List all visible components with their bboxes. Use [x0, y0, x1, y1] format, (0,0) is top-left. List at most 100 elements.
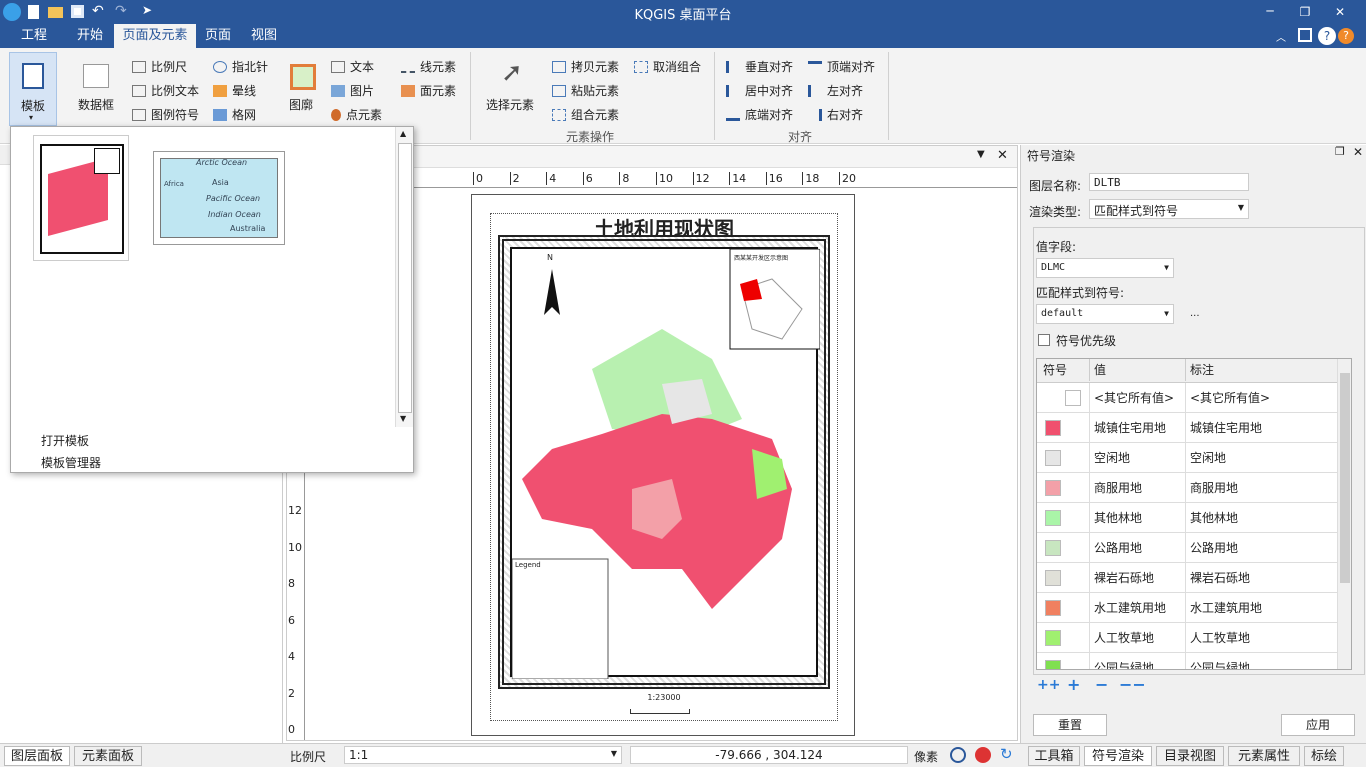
op-add-all[interactable]: ++ — [1037, 677, 1060, 693]
picture-button[interactable]: 图片 — [331, 82, 374, 99]
user-icon[interactable]: ? — [1338, 28, 1354, 44]
template-button[interactable]: 模板 ▾ — [9, 52, 57, 126]
match-select[interactable]: default ▼ — [1036, 304, 1174, 324]
select-element-button[interactable]: ➚ 选择元素 — [483, 58, 539, 120]
line-element-button[interactable]: 线元素 — [401, 58, 456, 75]
tab-catalog-view[interactable]: 目录视图 — [1156, 746, 1224, 766]
symbol-swatch[interactable] — [1045, 660, 1061, 669]
menu-start[interactable]: 开始 — [68, 24, 112, 48]
reset-button[interactable]: 重置 — [1033, 714, 1107, 736]
op-remove[interactable]: − — [1095, 675, 1108, 694]
collapse-ribbon-icon[interactable]: ︿ — [1276, 29, 1286, 44]
symbol-swatch[interactable] — [1045, 540, 1061, 556]
match-ellipsis-button[interactable]: ... — [1190, 308, 1200, 319]
menu-page-elements[interactable]: 页面及元素 — [114, 24, 196, 48]
table-row[interactable]: 空闲地 空闲地 — [1037, 443, 1337, 473]
restore-button[interactable]: ❐ — [1290, 0, 1320, 24]
template-manager-item[interactable]: 模板管理器 — [41, 454, 101, 471]
tab-layer-panel[interactable]: 图层面板 — [4, 746, 70, 766]
scroll-up-icon[interactable]: ▲ — [400, 129, 406, 138]
copy-element-button[interactable]: 拷贝元素 — [552, 58, 619, 75]
paste-element-button[interactable]: 粘贴元素 — [552, 82, 619, 99]
template-thumbnail-1[interactable] — [33, 135, 129, 261]
legend-symbol-button[interactable]: 图例符号 — [132, 106, 199, 123]
right-align-button[interactable]: 右对齐 — [808, 106, 863, 123]
left-align-button[interactable]: 左对齐 — [808, 82, 863, 99]
table-row[interactable]: 裸岩石砾地 裸岩石砾地 — [1037, 563, 1337, 593]
tab-toolbox[interactable]: 工具箱 — [1028, 746, 1080, 766]
canvas-close-icon[interactable]: ✕ — [997, 148, 1008, 163]
panel-close-icon[interactable]: ✕ — [1353, 145, 1363, 159]
text-button[interactable]: 文本 — [331, 58, 374, 75]
table-row[interactable]: 公路用地 公路用地 — [1037, 533, 1337, 563]
table-row[interactable]: 商服用地 商服用地 — [1037, 473, 1337, 503]
render-type-value: 匹配样式到符号 — [1094, 204, 1179, 218]
tab-plotting[interactable]: 标绘 — [1304, 746, 1344, 766]
menu-view[interactable]: 视图 — [244, 24, 284, 48]
value-field-select[interactable]: DLMC ▼ — [1036, 258, 1174, 278]
help-icon[interactable]: ? — [1318, 27, 1336, 45]
tab-symbol-render[interactable]: 符号渲染 — [1084, 746, 1152, 766]
scale-bar-button[interactable]: 比例尺 — [132, 58, 187, 75]
dropdown-scrollbar[interactable]: ▲ ▼ — [395, 127, 413, 427]
table-scroll-thumb[interactable] — [1340, 373, 1350, 583]
layer-name-field[interactable]: DLTB — [1089, 173, 1249, 191]
ungroup-button[interactable]: 取消组合 — [634, 58, 701, 75]
grid-button[interactable]: 格网 — [213, 106, 256, 123]
menu-project[interactable]: 工程 — [12, 24, 56, 48]
table-row[interactable]: <其它所有值> <其它所有值> — [1037, 383, 1337, 413]
ruler-left-tick: 8 — [288, 577, 295, 590]
op-add[interactable]: + — [1067, 675, 1080, 694]
fullscreen-icon[interactable] — [1298, 28, 1312, 42]
bottom-align-button[interactable]: 底端对齐 — [726, 106, 793, 123]
refresh-icon[interactable]: ↻ — [1000, 745, 1013, 763]
open-template-item[interactable]: 打开模板 — [41, 432, 89, 449]
symbol-swatch[interactable] — [1045, 480, 1061, 496]
area-element-button[interactable]: 面元素 — [401, 82, 456, 99]
table-row[interactable]: 其他林地 其他林地 — [1037, 503, 1337, 533]
halo-button[interactable]: 晕线 — [213, 82, 256, 99]
tab-element-panel[interactable]: 元素面板 — [74, 746, 142, 766]
panel-float-icon[interactable]: ❐ — [1335, 145, 1345, 158]
dataframe-button[interactable]: 数据框 — [74, 60, 118, 120]
table-row[interactable]: 城镇住宅用地 城镇住宅用地 — [1037, 413, 1337, 443]
point-element-button[interactable]: 点元素 — [331, 106, 382, 123]
scale-text-button[interactable]: 比例文本 — [132, 82, 199, 99]
menu-page[interactable]: 页面 — [198, 24, 238, 48]
layout-page[interactable]: 土地利用现状图 N 西某某开发区示意图 Legend 1:23000 — [471, 194, 855, 736]
op-remove-all[interactable]: −− — [1119, 675, 1146, 694]
symbol-swatch[interactable] — [1045, 570, 1061, 586]
table-row[interactable]: 水工建筑用地 水工建筑用地 — [1037, 593, 1337, 623]
symbol-swatch[interactable] — [1045, 420, 1061, 436]
hcenter-align-button[interactable]: 居中对齐 — [726, 82, 793, 99]
symbol-swatch[interactable] — [1045, 630, 1061, 646]
render-type-select[interactable]: 匹配样式到符号 ▼ — [1089, 199, 1249, 219]
priority-checkbox[interactable] — [1038, 334, 1050, 346]
map-frame-button[interactable]: 图廓 — [285, 60, 321, 120]
table-row[interactable]: 人工牧草地 人工牧草地 — [1037, 623, 1337, 653]
canvas-dropdown-icon[interactable]: ▼ — [977, 149, 985, 160]
scale-select[interactable]: 1:1 ▼ — [344, 746, 622, 764]
symbol-swatch[interactable] — [1065, 390, 1081, 406]
vcenter-align-button[interactable]: 垂直对齐 — [726, 58, 793, 75]
template-thumbnail-2[interactable]: Arctic Ocean Asia Pacific Ocean Indian O… — [153, 151, 285, 245]
table-scrollbar[interactable] — [1337, 359, 1351, 669]
group-element-button[interactable]: 组合元素 — [552, 106, 619, 123]
symbol-swatch[interactable] — [1045, 600, 1061, 616]
top-align-button[interactable]: 顶端对齐 — [808, 58, 875, 75]
no-snap-icon[interactable] — [950, 747, 966, 763]
scroll-down-icon[interactable]: ▼ — [400, 414, 406, 423]
minimize-button[interactable]: ─ — [1255, 0, 1285, 24]
close-button[interactable]: ✕ — [1325, 0, 1355, 24]
symbol-swatch[interactable] — [1045, 450, 1061, 466]
apply-button[interactable]: 应用 — [1281, 714, 1355, 736]
table-row[interactable]: 公园与绿地 公园与绿地 — [1037, 653, 1337, 669]
symbol-swatch[interactable] — [1045, 510, 1061, 526]
status-bar: 图层面板 元素面板 比例尺 1:1 ▼ -79.666 , 304.124 像素 … — [0, 743, 1366, 767]
copy-element-label: 拷贝元素 — [571, 60, 620, 74]
tab-element-properties[interactable]: 元素属性 — [1228, 746, 1300, 766]
north-arrow-button[interactable]: 指北针 — [213, 58, 268, 75]
scroll-thumb[interactable] — [398, 143, 412, 413]
stop-icon[interactable] — [975, 747, 991, 763]
grid-icon — [213, 109, 227, 121]
